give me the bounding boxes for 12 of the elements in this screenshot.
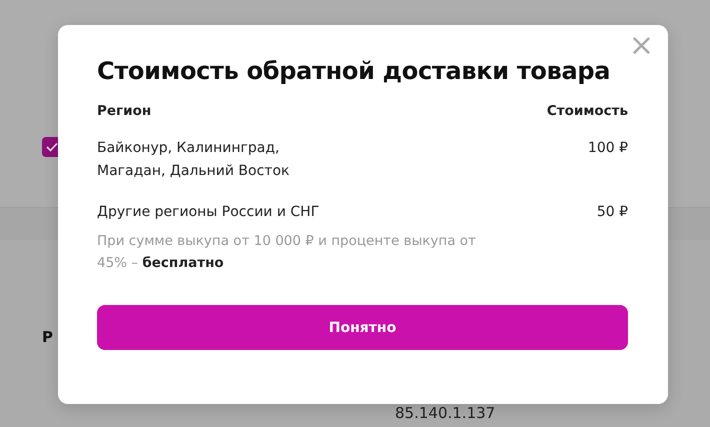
region-name: Другие регионы России и СНГ (97, 203, 320, 222)
note-text: При сумме выкупа от 10 000 ₽ и проценте выкупа от 45% – бесплатно (97, 232, 477, 273)
column-header: Стоимость (546, 103, 628, 119)
label-text: Р (42, 328, 53, 346)
dialog-title: Стоимость обратной доставки товара (97, 57, 612, 85)
check-icon (46, 142, 58, 152)
ip-address: 85.140.1.137 (395, 404, 496, 422)
cost-value: 100 ₽ (588, 139, 628, 158)
region-name: Байконур, Калининград, Магадан, Дальний Восток (97, 139, 290, 181)
column-header: Регион (97, 103, 152, 119)
ok-button[interactable]: Понятно (97, 305, 628, 350)
cost-value: 50 ₽ (596, 203, 628, 222)
